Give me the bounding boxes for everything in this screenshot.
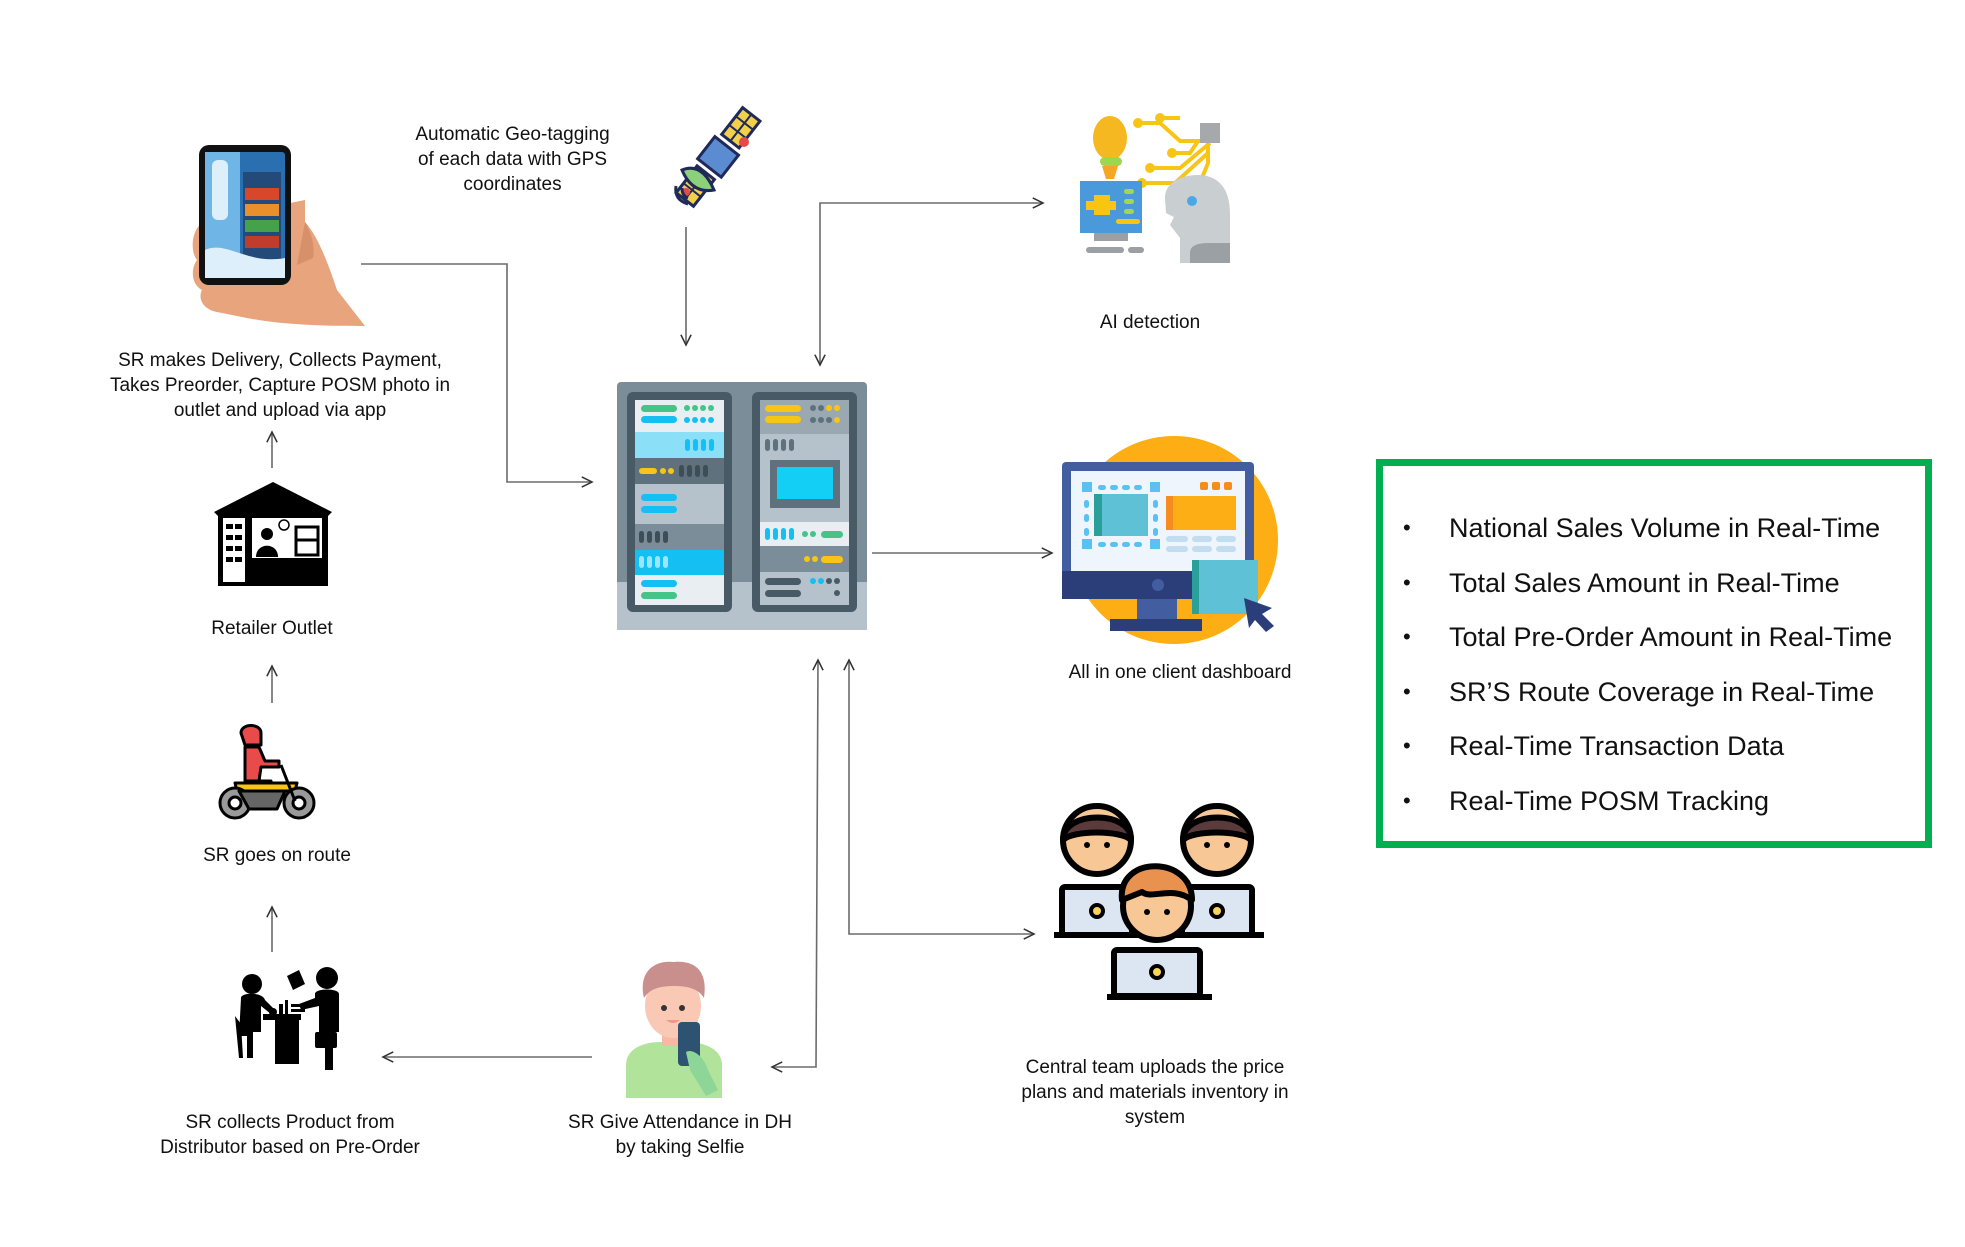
features-list: • National Sales Volume in Real-Time • Tot… <box>1403 508 1892 835</box>
feature-item: • Total Pre-Order Amount in Real-Time <box>1403 617 1892 672</box>
dashboard-label: All in one client dashboard <box>1068 662 1292 683</box>
bullet-icon: • <box>1403 624 1411 649</box>
distributor-label-line: Distributor based on Pre-Order <box>160 1137 420 1158</box>
central-team-label: Central team uploads the price plans and… <box>1000 1055 1310 1130</box>
feature-text: Total Pre-Order Amount in Real-Time <box>1449 622 1893 652</box>
motorbike-rider-icon <box>218 724 316 820</box>
mobile-app-label: SR makes Delivery, Collects Payment, Tak… <box>80 348 480 423</box>
central-team-label-line: system <box>1124 1107 1186 1128</box>
ai-detection-label: AI detection <box>1099 312 1201 333</box>
attendance-label-line: SR Give Attendance in DH <box>568 1112 792 1133</box>
hand-holding-phone-icon <box>192 145 365 326</box>
distributor-label-line: SR collects Product from <box>185 1112 395 1133</box>
retailer-outlet-label: Retailer Outlet <box>211 618 333 639</box>
monitor-dashboard-icon <box>1062 436 1278 644</box>
geo-tagging-label-line: of each data with GPS <box>417 149 608 170</box>
mobile-app-label-line: outlet and upload via app <box>173 400 387 421</box>
mobile-app-label-line: SR makes Delivery, Collects Payment, <box>118 350 442 371</box>
bullet-icon: • <box>1403 569 1411 595</box>
office-desk-meeting-icon <box>235 967 339 1070</box>
feature-text: SR’S Route Coverage in Real-Time <box>1449 676 1875 707</box>
geo-tagging-label-line: coordinates <box>463 174 562 195</box>
attendance-label: SR Give Attendance in DH by taking Selfi… <box>530 1110 830 1160</box>
bullet-icon: • <box>1403 787 1411 813</box>
geo-tagging-label: Automatic Geo-tagging of each data with … <box>380 122 645 197</box>
server-rack-icon <box>617 382 867 630</box>
features-panel: • National Sales Volume in Real-Time • Tot… <box>1376 459 1932 848</box>
feature-item: • Real-Time POSM Tracking <box>1403 781 1892 836</box>
feature-text: Real-Time POSM Tracking <box>1449 785 1770 816</box>
distributor-label: SR collects Product from Distributor bas… <box>120 1110 460 1160</box>
feature-text: National Sales Volume in Real-Time <box>1449 513 1881 543</box>
central-team-label-line: plans and materials inventory in <box>1021 1082 1289 1103</box>
satellite-icon <box>674 105 763 209</box>
edge-server-to-ai <box>820 203 1043 365</box>
edge-server-to-team <box>849 660 1034 934</box>
team-laptops-icon <box>1054 803 1264 1000</box>
bullet-icon: • <box>1403 515 1411 540</box>
geo-tagging-label-line: Automatic Geo-tagging <box>415 124 610 145</box>
bullet-icon: • <box>1403 733 1411 758</box>
ai-head-icon <box>1080 113 1230 263</box>
attendance-label-line: by taking Selfie <box>615 1137 745 1158</box>
mobile-app-label-line: Takes Preorder, Capture POSM photo in <box>109 375 451 396</box>
feature-item: • National Sales Volume in Real-Time <box>1403 508 1892 563</box>
central-team-label-line: Central team uploads the price <box>1025 1057 1285 1078</box>
feature-item: • Total Sales Amount in Real-Time <box>1403 563 1892 618</box>
edge-server-to-attendance <box>772 660 818 1067</box>
feature-item: • SR’S Route Coverage in Real-Time <box>1403 672 1892 727</box>
sr-route-label: SR goes on route <box>203 845 351 866</box>
bullet-icon: • <box>1403 678 1411 704</box>
feature-text: Real-Time Transaction Data <box>1449 731 1785 761</box>
person-selfie-icon <box>626 961 722 1098</box>
feature-item: • Real-Time Transaction Data <box>1403 726 1892 781</box>
feature-text: Total Sales Amount in Real-Time <box>1449 567 1840 598</box>
shop-icon <box>214 482 332 586</box>
